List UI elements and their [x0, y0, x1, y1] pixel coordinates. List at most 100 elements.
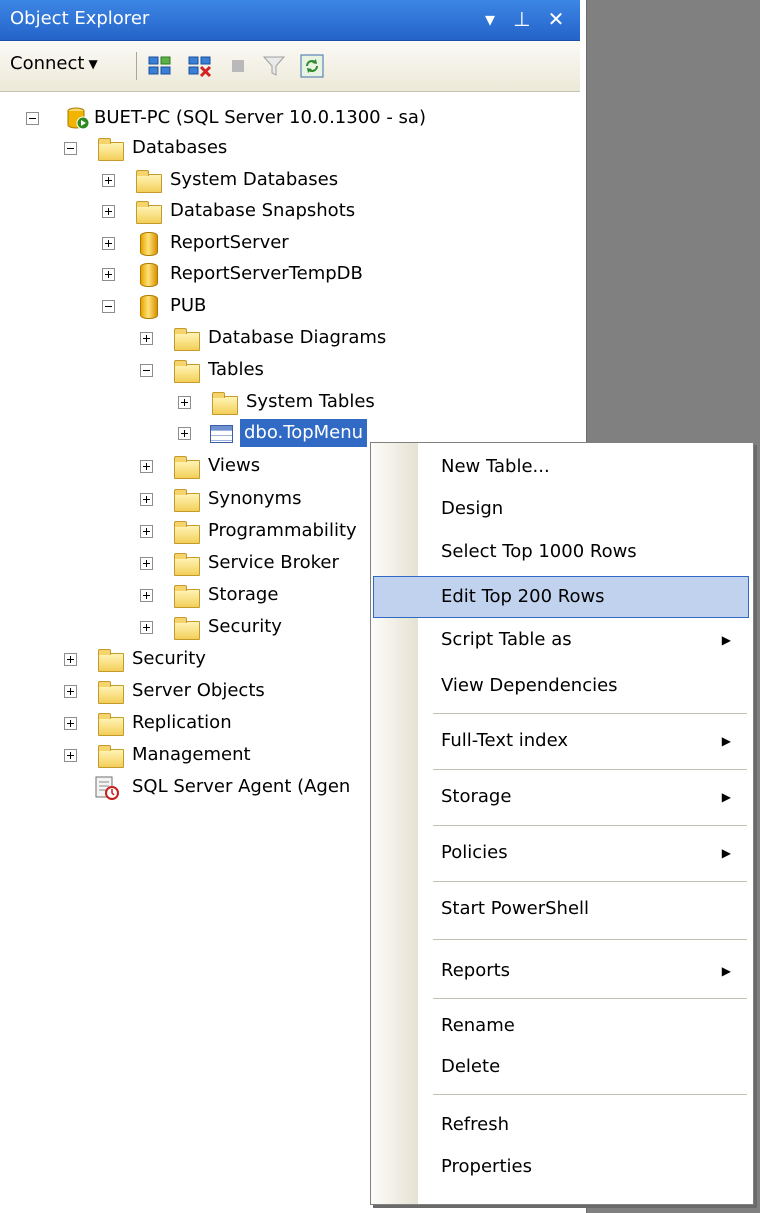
menu-item-label: Select Top 1000 Rows [441, 541, 637, 562]
menu-item-edit-top-200-rows[interactable]: Edit Top 200 Rows [373, 576, 749, 618]
tree-label-db-security: Security [208, 616, 282, 637]
tree-label-security: Security [132, 648, 206, 669]
menu-item-label: Reports [441, 960, 511, 981]
menu-item-label: View Dependencies [441, 675, 618, 696]
tree-label-replication: Replication [132, 712, 232, 733]
menu-separator [433, 1094, 747, 1095]
folder-icon [98, 681, 124, 704]
folder-icon [136, 201, 162, 224]
menu-item-rename[interactable]: Rename [373, 1008, 749, 1044]
database-icon [140, 232, 158, 256]
folder-icon [212, 392, 238, 415]
auto-hide-pin-icon[interactable]: ⊥ [510, 6, 534, 32]
close-icon[interactable]: ✕ [544, 6, 568, 32]
menu-item-label: Rename [441, 1015, 515, 1036]
expand-icon[interactable] [140, 557, 153, 570]
sql-agent-icon [95, 776, 119, 800]
folder-icon [174, 521, 200, 544]
expand-icon[interactable] [102, 268, 115, 281]
collapse-icon[interactable] [26, 112, 39, 125]
tree-label-views: Views [208, 455, 261, 476]
menu-item-reports[interactable]: Reports ▶ [373, 953, 749, 989]
collapse-icon[interactable] [140, 364, 153, 377]
toolbar-separator [136, 52, 137, 80]
expand-icon[interactable] [140, 621, 153, 634]
tree-label-service-broker: Service Broker [208, 552, 339, 573]
tree-label-system-tables: System Tables [246, 391, 375, 412]
connect-button[interactable]: Connect ▼ [10, 53, 98, 74]
folder-icon [98, 745, 124, 768]
database-icon [140, 263, 158, 287]
expand-icon[interactable] [64, 749, 77, 762]
expand-icon[interactable] [140, 589, 153, 602]
collapse-icon[interactable] [102, 300, 115, 313]
expand-icon[interactable] [140, 493, 153, 506]
expand-icon[interactable] [140, 460, 153, 473]
submenu-arrow-icon: ▶ [721, 846, 731, 860]
expand-icon[interactable] [140, 525, 153, 538]
menu-item-label: New Table... [441, 456, 550, 477]
menu-item-policies[interactable]: Policies ▶ [373, 835, 749, 871]
folder-icon [98, 138, 124, 161]
menu-separator [433, 998, 747, 999]
title-bar: Object Explorer ▾ ⊥ ✕ [0, 0, 580, 41]
tree-label-management: Management [132, 744, 251, 765]
menu-item-label: Refresh [441, 1114, 509, 1135]
tree-label-pub: PUB [170, 295, 207, 316]
filter-icon[interactable] [262, 54, 286, 78]
expand-icon[interactable] [178, 396, 191, 409]
folder-icon [136, 170, 162, 193]
disconnect-icon[interactable] [188, 54, 212, 78]
connect-label: Connect [10, 53, 85, 74]
expand-icon[interactable] [102, 205, 115, 218]
menu-item-full-text-index[interactable]: Full-Text index ▶ [373, 723, 749, 759]
menu-item-refresh[interactable]: Refresh [373, 1107, 749, 1143]
folder-icon [174, 553, 200, 576]
expand-icon[interactable] [140, 332, 153, 345]
menu-item-select-top-1000-rows[interactable]: Select Top 1000 Rows [373, 534, 749, 570]
menu-item-start-powershell[interactable]: Start PowerShell [373, 891, 749, 927]
menu-item-delete[interactable]: Delete [373, 1049, 749, 1085]
menu-separator [433, 825, 747, 826]
menu-item-label: Edit Top 200 Rows [441, 586, 605, 607]
menu-separator [433, 713, 747, 714]
refresh-icon[interactable] [300, 54, 324, 78]
expand-icon[interactable] [64, 685, 77, 698]
expand-icon[interactable] [64, 653, 77, 666]
menu-item-label: Storage [441, 786, 512, 807]
tree-label-dbo-topmenu: dbo.TopMenu [240, 419, 368, 447]
menu-item-label: Properties [441, 1156, 532, 1177]
submenu-arrow-icon: ▶ [721, 790, 731, 804]
submenu-arrow-icon: ▶ [721, 964, 731, 978]
tree-label-synonyms: Synonyms [208, 488, 302, 509]
tree-label-database-diagrams: Database Diagrams [208, 327, 387, 348]
menu-item-properties[interactable]: Properties [373, 1149, 749, 1185]
dropdown-arrow-icon: ▼ [88, 57, 98, 71]
window-position-dropdown-icon[interactable]: ▾ [478, 6, 502, 32]
menu-item-new-table[interactable]: New Table... [373, 449, 749, 485]
tree-label-reportservertempdb: ReportServerTempDB [170, 263, 363, 284]
context-menu: New Table... Design Select Top 1000 Rows… [370, 442, 754, 1205]
tree-label-programmability: Programmability [208, 520, 357, 541]
stop-icon[interactable] [226, 54, 250, 78]
tree-label-databases: Databases [132, 137, 228, 158]
menu-item-storage[interactable]: Storage ▶ [373, 779, 749, 815]
connect-object-explorer-icon[interactable] [148, 54, 172, 78]
folder-icon [174, 456, 200, 479]
toolbar: Connect ▼ [0, 41, 580, 92]
menu-item-label: Script Table as [441, 629, 572, 650]
expand-icon[interactable] [102, 174, 115, 187]
menu-item-view-dependencies[interactable]: View Dependencies [373, 668, 749, 704]
menu-item-script-table-as[interactable]: Script Table as ▶ [373, 622, 749, 658]
menu-item-design[interactable]: Design [373, 491, 749, 527]
folder-icon [174, 360, 200, 383]
server-icon [67, 107, 90, 130]
folder-icon [174, 585, 200, 608]
window-title: Object Explorer [10, 8, 150, 29]
submenu-arrow-icon: ▶ [721, 633, 731, 647]
expand-icon[interactable] [178, 427, 191, 440]
collapse-icon[interactable] [64, 142, 77, 155]
expand-icon[interactable] [64, 717, 77, 730]
expand-icon[interactable] [102, 237, 115, 250]
table-icon [210, 425, 233, 443]
